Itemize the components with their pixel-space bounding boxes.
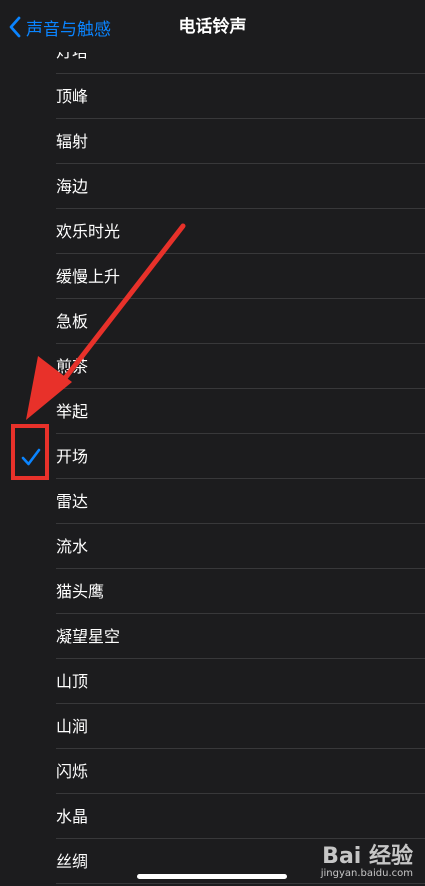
- ringtone-label: 辐射: [56, 132, 89, 151]
- back-button[interactable]: 声音与触感: [8, 14, 111, 40]
- home-indicator[interactable]: [137, 874, 287, 879]
- checkmark-icon: [21, 448, 41, 466]
- ringtone-list: 灯塔 顶峰 辐射 海边 欢乐时光 缓慢上升 急板 煎茶 举起 开场 雷达 流水 …: [0, 29, 425, 884]
- ringtone-label: 开场: [56, 447, 89, 466]
- back-button-label: 声音与触感: [26, 19, 111, 40]
- ringtone-row[interactable]: 辐射: [0, 119, 425, 164]
- ringtone-label: 海边: [56, 177, 89, 196]
- navigation-bar: 声音与触感 电话铃声: [0, 0, 425, 52]
- ringtone-row[interactable]: 流水: [0, 524, 425, 569]
- ringtone-row[interactable]: 欢乐时光: [0, 209, 425, 254]
- ringtone-label: 雷达: [56, 492, 89, 511]
- ringtone-row[interactable]: 雷达: [0, 479, 425, 524]
- ringtone-row[interactable]: 缓慢上升: [0, 254, 425, 299]
- ringtone-label: 闪烁: [56, 762, 89, 781]
- ringtone-row[interactable]: 海边: [0, 164, 425, 209]
- ringtone-label: 急板: [56, 312, 89, 331]
- ringtone-label: 凝望星空: [56, 627, 121, 646]
- ringtone-row[interactable]: 山顶: [0, 659, 425, 704]
- ringtone-row[interactable]: 闪烁: [0, 749, 425, 794]
- ringtone-label: 欢乐时光: [56, 222, 121, 241]
- watermark: Bai 经验 jingyan.baidu.com: [321, 838, 413, 879]
- ringtone-row[interactable]: 猫头鹰: [0, 569, 425, 614]
- ringtone-label: 举起: [56, 402, 89, 421]
- ringtone-row[interactable]: 顶峰: [0, 74, 425, 119]
- ringtone-label: 丝绸: [56, 852, 89, 871]
- watermark-brand: Bai 经验: [322, 844, 413, 869]
- ringtone-label: 水晶: [56, 807, 89, 826]
- chevron-left-icon: [9, 16, 21, 38]
- ringtone-row[interactable]: 开场: [0, 434, 425, 479]
- ringtone-label: 顶峰: [56, 87, 89, 106]
- ringtone-row[interactable]: 煎茶: [0, 344, 425, 389]
- ringtone-label: 猫头鹰: [56, 582, 105, 601]
- watermark-url: jingyan.baidu.com: [320, 868, 413, 879]
- row-separator: [56, 883, 425, 884]
- ringtone-row[interactable]: 急板: [0, 299, 425, 344]
- ringtone-row[interactable]: 凝望星空: [0, 614, 425, 659]
- ringtone-label: 山涧: [56, 717, 89, 736]
- ringtone-label: 煎茶: [56, 357, 89, 376]
- ringtone-row[interactable]: 水晶: [0, 794, 425, 839]
- ringtone-row[interactable]: 举起: [0, 389, 425, 434]
- ringtone-row[interactable]: 山涧: [0, 704, 425, 749]
- ringtone-label: 山顶: [56, 672, 89, 691]
- ringtone-label: 缓慢上升: [56, 267, 121, 286]
- ringtone-label: 流水: [56, 537, 89, 556]
